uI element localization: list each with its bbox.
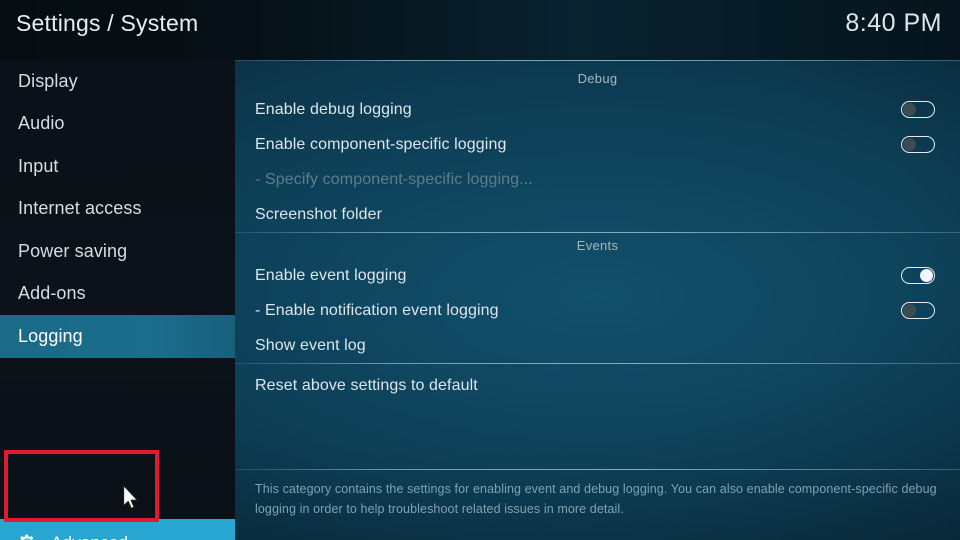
- sidebar-item-label: Power saving: [18, 240, 128, 261]
- sidebar-item-internet-access[interactable]: Internet access: [0, 188, 235, 231]
- setting-row-enable-component-specific-logging[interactable]: Enable component-specific logging: [235, 127, 960, 162]
- toggle-knob: [903, 103, 916, 116]
- setting-label: Reset above settings to default: [255, 376, 478, 394]
- setting-row-show-event-log[interactable]: Show event log: [235, 328, 960, 363]
- sidebar-item-add-ons[interactable]: Add-ons: [0, 273, 235, 316]
- sidebar-item-label: Add-ons: [18, 283, 86, 304]
- setting-label: Enable event logging: [255, 266, 407, 284]
- setting-label: Show event log: [255, 336, 366, 354]
- toggle-knob: [903, 304, 916, 317]
- toggle-enable-event-logging[interactable]: [901, 267, 935, 284]
- advanced-button-label: Advanced: [51, 533, 128, 540]
- setting-label: Screenshot folder: [255, 205, 383, 223]
- sidebar-item-input[interactable]: Input: [0, 145, 235, 188]
- divider-description: [235, 469, 960, 470]
- kodi-settings-screen: Settings / System 8:40 PM Display Audio …: [0, 0, 960, 540]
- advanced-button[interactable]: Advanced: [0, 519, 235, 540]
- toggle-knob: [920, 269, 933, 282]
- mouse-cursor: [122, 484, 139, 510]
- category-description: This category contains the settings for …: [255, 482, 937, 516]
- setting-row-enable-debug-logging[interactable]: Enable debug logging: [235, 92, 960, 127]
- sidebar-item-label: Display: [18, 70, 78, 91]
- setting-row-enable-event-logging[interactable]: Enable event logging: [235, 258, 960, 293]
- sidebar-item-label: Input: [18, 155, 59, 176]
- toggle-enable-debug-logging[interactable]: [901, 101, 935, 118]
- sidebar-item-power-saving[interactable]: Power saving: [0, 230, 235, 273]
- toggle-knob: [903, 138, 916, 151]
- section-heading-events: Events: [576, 238, 619, 253]
- sidebar: Display Audio Input Internet access Powe…: [0, 60, 235, 540]
- setting-label: - Enable notification event logging: [255, 301, 499, 319]
- setting-row-specify-component-specific-logging: - Specify component-specific logging...: [235, 162, 960, 197]
- divider-top: [235, 60, 960, 61]
- sidebar-item-display[interactable]: Display: [0, 60, 235, 103]
- setting-row-reset-above-settings-to-default[interactable]: Reset above settings to default: [235, 368, 960, 403]
- header-bar: Settings / System 8:40 PM: [0, 0, 960, 60]
- toggle-enable-notification-event-logging[interactable]: [901, 302, 935, 319]
- setting-row-screenshot-folder[interactable]: Screenshot folder: [235, 197, 960, 232]
- sidebar-item-audio[interactable]: Audio: [0, 103, 235, 146]
- sidebar-item-label: Audio: [18, 113, 65, 134]
- page-title: Settings / System: [16, 10, 199, 36]
- sidebar-item-label: Internet access: [18, 198, 142, 219]
- sidebar-item-logging[interactable]: Logging: [0, 315, 235, 358]
- settings-content-panel: Debug Enable debug logging Enable compon…: [235, 60, 960, 540]
- clock: 8:40 PM: [845, 9, 942, 37]
- setting-row-enable-notification-event-logging[interactable]: - Enable notification event logging: [235, 293, 960, 328]
- sidebar-category-list: Display Audio Input Internet access Powe…: [0, 60, 235, 358]
- setting-label: - Specify component-specific logging...: [255, 170, 533, 188]
- divider-events-reset: [235, 363, 960, 364]
- setting-label: Enable component-specific logging: [255, 135, 507, 153]
- section-heading-debug: Debug: [577, 71, 618, 86]
- gear-icon: [20, 534, 34, 540]
- toggle-enable-component-specific-logging[interactable]: [901, 136, 935, 153]
- setting-label: Enable debug logging: [255, 100, 412, 118]
- divider-debug-events: [235, 232, 960, 233]
- sidebar-item-label: Logging: [18, 325, 83, 346]
